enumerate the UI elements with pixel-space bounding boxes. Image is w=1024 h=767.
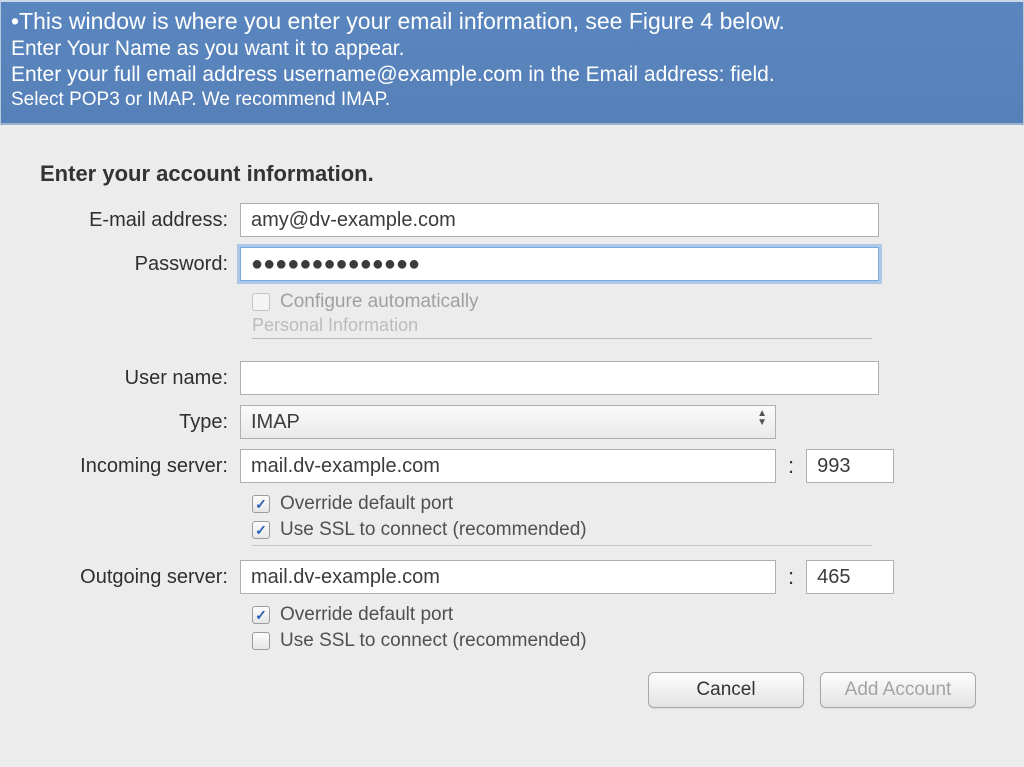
banner-line-1: •This window is where you enter your ema…	[11, 8, 1013, 35]
configure-auto-row[interactable]: Configure automatically	[252, 291, 1006, 313]
username-field[interactable]	[240, 361, 879, 395]
incoming-port-colon: :	[788, 453, 794, 479]
password-field[interactable]	[240, 247, 879, 281]
outgoing-ssl-row[interactable]: Use SSL to connect (recommended)	[252, 630, 1006, 652]
chevron-up-down-icon: ▲▼	[757, 409, 767, 427]
add-account-button[interactable]: Add Account	[820, 672, 976, 708]
account-dialog: Enter your account information. E-mail a…	[0, 125, 1024, 718]
type-label: Type:	[18, 411, 240, 434]
outgoing-override-row[interactable]: ✓ Override default port	[252, 604, 1006, 626]
email-field[interactable]	[240, 203, 879, 237]
outgoing-label: Outgoing server:	[18, 566, 240, 589]
banner-line-3: Enter your full email address username@e…	[11, 63, 1013, 87]
ghost-personal-info: Personal Information	[252, 315, 872, 339]
username-label: User name:	[18, 367, 240, 390]
incoming-label: Incoming server:	[18, 455, 240, 478]
type-select[interactable]: IMAP ▲▼	[240, 405, 776, 439]
outgoing-override-checkbox[interactable]: ✓	[252, 606, 270, 624]
ghost-divider	[252, 545, 872, 546]
configure-auto-label: Configure automatically	[280, 291, 479, 313]
incoming-ssl-checkbox[interactable]: ✓	[252, 521, 270, 539]
banner-line-2: Enter Your Name as you want it to appear…	[11, 37, 1013, 61]
outgoing-port-field[interactable]	[806, 560, 894, 594]
dialog-heading: Enter your account information.	[40, 161, 1006, 187]
incoming-server-field[interactable]	[240, 449, 776, 483]
instruction-banner: •This window is where you enter your ema…	[0, 0, 1024, 125]
outgoing-ssl-checkbox[interactable]	[252, 632, 270, 650]
outgoing-override-label: Override default port	[280, 604, 453, 626]
outgoing-ssl-label: Use SSL to connect (recommended)	[280, 630, 587, 652]
cancel-button[interactable]: Cancel	[648, 672, 804, 708]
banner-line-4: Select POP3 or IMAP. We recommend IMAP.	[11, 89, 1013, 111]
incoming-override-label: Override default port	[280, 493, 453, 515]
outgoing-port-colon: :	[788, 564, 794, 590]
incoming-override-checkbox[interactable]: ✓	[252, 495, 270, 513]
configure-auto-checkbox[interactable]	[252, 293, 270, 311]
email-label: E-mail address:	[18, 209, 240, 232]
outgoing-server-field[interactable]	[240, 560, 776, 594]
incoming-override-row[interactable]: ✓ Override default port	[252, 493, 1006, 515]
password-label: Password:	[18, 253, 240, 276]
type-selected-value: IMAP	[251, 411, 300, 434]
incoming-port-field[interactable]	[806, 449, 894, 483]
incoming-ssl-row[interactable]: ✓ Use SSL to connect (recommended)	[252, 519, 1006, 541]
incoming-ssl-label: Use SSL to connect (recommended)	[280, 519, 587, 541]
